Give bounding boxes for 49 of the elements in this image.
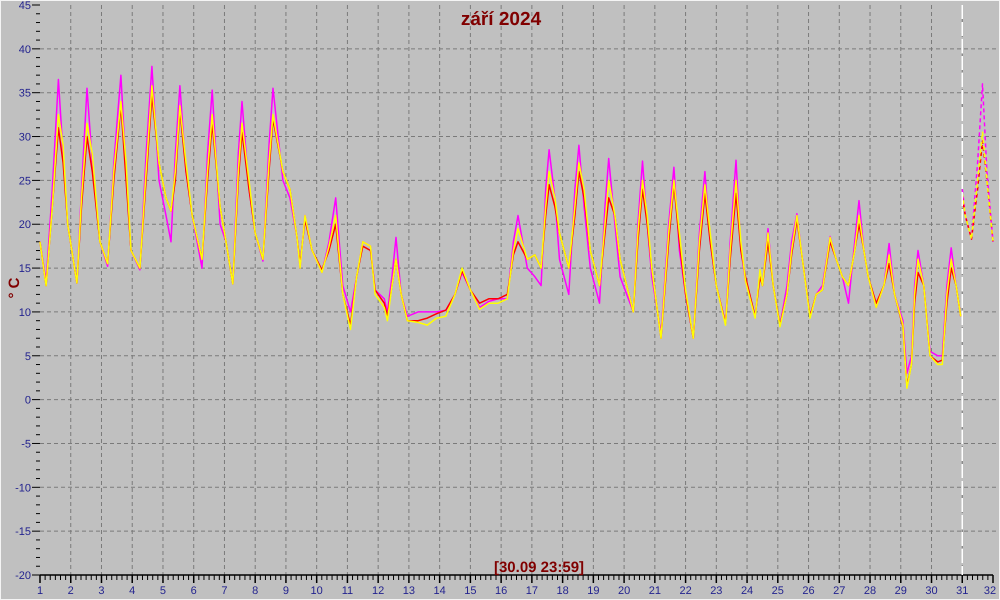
y-tick-label: 15 [18, 263, 31, 276]
y-tick-label: 10 [18, 306, 31, 319]
y-tick-label: 20 [18, 219, 31, 232]
x-tick-label: 2 [68, 585, 74, 597]
x-tick-label: 4 [129, 585, 136, 597]
x-tick-label: 26 [802, 585, 815, 597]
x-tick-label: 5 [160, 585, 166, 597]
x-tick-label: 14 [434, 585, 446, 597]
y-tick-label: 45 [18, 1, 31, 12]
x-tick-label: 10 [310, 585, 323, 597]
x-tick-label: 6 [190, 585, 197, 597]
y-tick-label: 25 [18, 175, 31, 188]
timestamp-label: [30.09 23:59] [494, 559, 584, 576]
x-tick-label: 24 [740, 585, 754, 597]
x-tick-label: 7 [221, 585, 228, 597]
x-tick-label: 28 [864, 585, 876, 597]
x-tick-label: 32 [984, 585, 996, 597]
y-tick-label: -20 [15, 570, 31, 582]
x-tick-label: 30 [925, 585, 938, 597]
x-tick-label: 16 [495, 585, 508, 597]
y-tick-label: 40 [18, 44, 31, 56]
x-tick-label: 31 [956, 585, 968, 597]
y-tick-label: 5 [24, 350, 31, 363]
x-tick-label: 27 [833, 585, 846, 597]
y-tick-label: -5 [21, 438, 31, 450]
x-tick-label: 8 [252, 585, 258, 597]
x-tick-label: 9 [282, 585, 289, 597]
x-tick-label: 3 [98, 585, 105, 597]
y-tick-label: -15 [15, 526, 31, 538]
y-tick-label: 30 [18, 132, 31, 144]
x-tick-label: 12 [372, 585, 384, 597]
chart-title: září 2024 [460, 9, 542, 30]
y-tick-label: 35 [18, 88, 31, 100]
x-tick-label: 29 [894, 585, 907, 597]
x-tick-label: 18 [556, 585, 569, 597]
x-tick-label: 19 [587, 585, 600, 597]
x-tick-label: 25 [772, 585, 784, 597]
x-tick-label: 11 [342, 585, 354, 597]
x-tick-label: 15 [464, 585, 476, 597]
x-tick-label: 20 [618, 585, 630, 597]
x-tick-label: 17 [526, 585, 538, 597]
x-tick-label: 13 [402, 585, 416, 597]
x-tick-label: 21 [648, 585, 661, 597]
y-axis-label: ° C [6, 278, 23, 298]
y-tick-label: -10 [15, 482, 31, 494]
x-tick-label: 1 [36, 585, 44, 597]
x-tick-label: 23 [710, 585, 722, 597]
x-tick-label: 22 [679, 585, 692, 597]
y-tick-label: 0 [24, 394, 31, 407]
